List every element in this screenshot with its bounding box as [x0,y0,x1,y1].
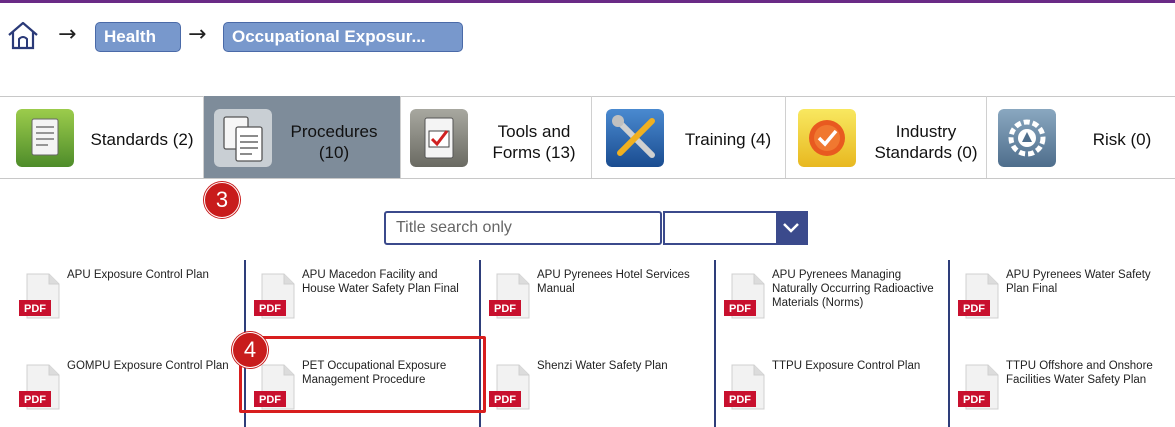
svg-text:PDF: PDF [259,303,281,315]
breadcrumb-arrow: → [58,22,77,47]
procedures-icon [214,109,272,167]
tab-risk-label: Risk (0) [1092,130,1152,149]
document-title[interactable]: APU Exposure Control Plan [67,268,237,282]
breadcrumb: → Health → Occupational Exposur... [0,18,1175,52]
svg-text:PDF: PDF [24,394,46,406]
document-title[interactable]: Shenzi Water Safety Plan [537,359,707,373]
document-title[interactable]: TTPU Offshore and Onshore Facilities Wat… [1006,359,1175,387]
tab-industry-standards[interactable]: Industry Standards (0) [786,96,986,178]
pdf-icon: PDF [19,273,60,319]
document-title[interactable]: APU Pyrenees Water Safety Plan Final [1006,268,1175,296]
tab-standards-label: Standards (2) [90,130,194,149]
document-item[interactable]: PDF GOMPU Exposure Control Plan [5,351,240,427]
tab-tools-forms-label: Tools and Forms (13) [492,122,576,162]
tab-tools-forms[interactable]: Tools and Forms (13) [401,96,591,178]
document-title[interactable]: APU Pyrenees Managing Naturally Occurrin… [772,268,942,310]
tab-training[interactable]: Training (4) [592,96,785,178]
title-search-input[interactable] [384,211,662,245]
breadcrumb-arrow: → [188,22,207,47]
document-title[interactable]: GOMPU Exposure Control Plan [67,359,237,373]
training-icon [606,109,664,167]
document-title[interactable]: APU Macedon Facility and House Water Saf… [302,268,472,296]
tab-procedures-label: Procedures (10) [290,122,378,162]
step-badge-3: 3 [204,182,240,218]
tab-training-label: Training (4) [684,130,772,149]
chevron-down-icon[interactable] [776,213,806,243]
breadcrumb-health[interactable]: Health [95,22,181,52]
pdf-icon: PDF [958,273,999,319]
pdf-icon: PDF [489,273,530,319]
svg-text:PDF: PDF [963,394,985,406]
svg-text:PDF: PDF [494,394,516,406]
svg-text:PDF: PDF [494,303,516,315]
home-icon[interactable] [6,20,40,50]
svg-text:PDF: PDF [729,394,751,406]
document-item[interactable]: PDF TTPU Exposure Control Plan [710,351,945,427]
category-tabs: Standards (2) Procedures (10) 3 Tools an… [0,96,1175,218]
step-badge-4: 4 [232,332,268,368]
document-item[interactable]: PDF APU Exposure Control Plan [5,260,240,340]
pdf-icon: PDF [489,364,530,410]
tab-standards[interactable]: Standards (2) [0,96,203,178]
breadcrumb-occupational-exposure[interactable]: Occupational Exposur... [223,22,463,52]
svg-text:PDF: PDF [24,303,46,315]
tab-risk[interactable]: Risk (0) [987,96,1175,178]
svg-text:PDF: PDF [963,303,985,315]
pdf-icon: PDF [254,273,295,319]
pdf-icon: PDF [724,364,765,410]
risk-icon [998,109,1056,167]
tools-forms-icon [410,109,468,167]
pdf-icon: PDF [958,364,999,410]
tab-procedures[interactable]: Procedures (10) [204,96,400,178]
tab-industry-standards-label: Industry Standards (0) [874,122,978,162]
document-item[interactable]: PDF APU Pyrenees Managing Naturally Occu… [710,260,945,340]
pdf-icon: PDF [19,364,60,410]
document-item[interactable]: PDF TTPU Offshore and Onshore Facilities… [944,351,1175,427]
tabs-divider [0,178,1175,179]
standards-icon [16,109,74,167]
pdf-icon: PDF [724,273,765,319]
document-item[interactable]: PDF APU Pyrenees Hotel Services Manual [475,260,710,340]
industry-standards-icon [798,109,856,167]
filter-dropdown[interactable] [663,211,808,245]
document-title[interactable]: APU Pyrenees Hotel Services Manual [537,268,707,296]
document-title[interactable]: TTPU Exposure Control Plan [772,359,942,373]
svg-text:PDF: PDF [729,303,751,315]
top-accent-line [0,0,1175,3]
document-item[interactable]: PDF Shenzi Water Safety Plan [475,351,710,427]
document-item[interactable]: PDF APU Pyrenees Water Safety Plan Final [944,260,1175,340]
highlight-box [239,336,486,413]
document-item[interactable]: PDF APU Macedon Facility and House Water… [240,260,475,340]
